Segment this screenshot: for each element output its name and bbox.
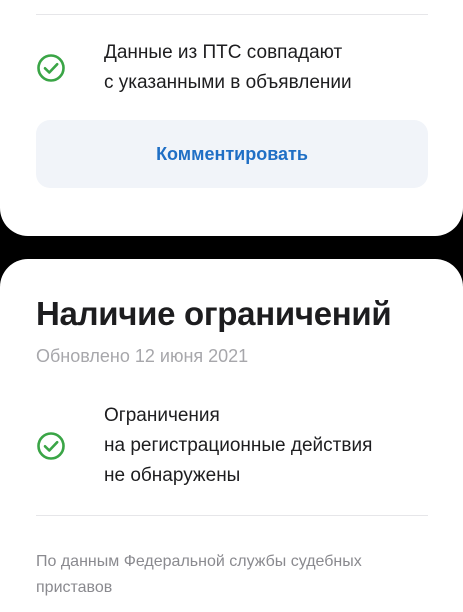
divider [36,515,428,516]
source-note: По данным Федеральной службы судебных пр… [36,549,428,601]
comment-button[interactable]: Комментировать [36,120,428,188]
restrictions-line: на регистрационные действия [104,435,373,456]
restrictions-card: Наличие ограничений Обновлено 12 июня 20… [0,259,463,612]
check-circle-icon [36,431,66,461]
pts-match-row: Данные из ПТС совпадают с указанными в о… [36,38,352,98]
source-line: приставов [36,579,113,596]
restrictions-row: Ограничения на регистрационные действия … [36,401,372,491]
source-line: По данным Федеральной службы судебных [36,553,362,570]
restrictions-line: Ограничения [104,405,220,426]
pts-check-card: Данные из ПТС совпадают с указанными в о… [0,0,463,236]
section-title: Наличие ограничений [36,295,392,332]
pts-match-line: Данные из ПТС совпадают [104,42,343,63]
updated-date: Обновлено 12 июня 2021 [36,346,249,366]
divider [36,14,428,15]
check-circle-icon [36,53,66,83]
pts-match-line: с указанными в объявлении [104,72,352,93]
restrictions-text: Ограничения на регистрационные действия … [104,401,372,491]
pts-match-text: Данные из ПТС совпадают с указанными в о… [104,38,352,98]
restrictions-line: не обнаружены [104,465,241,486]
